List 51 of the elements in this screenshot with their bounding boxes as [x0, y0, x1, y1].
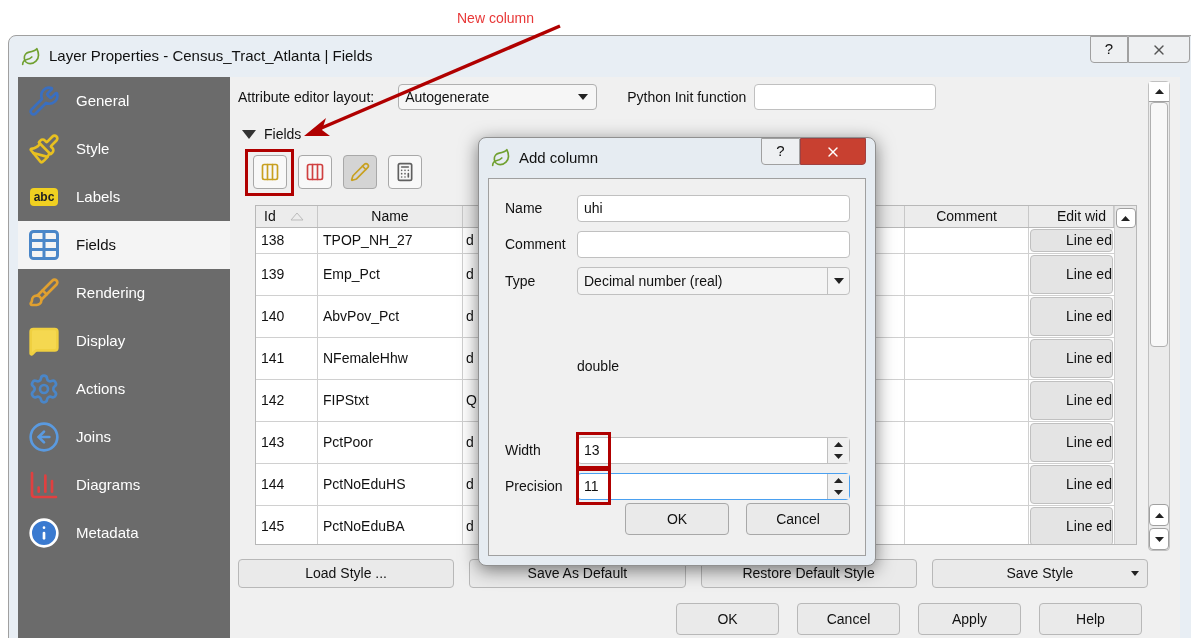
table-cell-text: d [466, 433, 474, 452]
table-cell: 142 [256, 380, 318, 421]
table-cell: 141 [256, 338, 318, 379]
sidebar-label: Display [76, 330, 126, 351]
table-cell: 145 [256, 506, 318, 544]
field-value: 13 [583, 441, 601, 460]
dropdown-value: Autogenerate [404, 87, 491, 107]
sidebar-label: Metadata [76, 522, 139, 543]
label-tag-icon: abc [29, 188, 59, 206]
sidebar-label: Style [76, 138, 110, 159]
table-cell: FIPStxt [318, 380, 463, 421]
table-cell-text: d [466, 307, 474, 326]
table-cell-text: d [466, 517, 474, 536]
table-cell: PctNoEduHS [318, 464, 463, 505]
table-cell: PctNoEduBA [318, 506, 463, 544]
table-cell: TPOP_NH_27 [318, 228, 463, 253]
dialog-title: Add column [519, 147, 599, 168]
table-cell: Emp_Pct [318, 254, 463, 295]
sidebar-label: Diagrams [76, 474, 141, 495]
table-cell-text: d [466, 349, 474, 368]
table-cell: 140 [256, 296, 318, 337]
field-label: Python Init function [627, 87, 747, 107]
table-cell: AbvPov_Pct [318, 296, 463, 337]
table-cell: NFemaleHhw [318, 338, 463, 379]
field-label: Width [505, 441, 542, 460]
dropdown-value: Decimal number (real) [583, 271, 724, 291]
table-cell-text: Q [466, 391, 477, 410]
table-cell: PctPoor [318, 422, 463, 463]
table-cell: 144 [256, 464, 318, 505]
field-label: Comment [505, 235, 567, 254]
sidebar-label: Labels [76, 186, 121, 207]
sidebar-label: General [76, 90, 130, 111]
table-cell-text: d [466, 231, 474, 250]
table-cell: 139 [256, 254, 318, 295]
field-label: Precision [505, 477, 564, 496]
sidebar-label: Rendering [76, 282, 146, 303]
table-cell-text: d [466, 265, 474, 284]
sidebar-label: Joins [76, 426, 112, 447]
annotation-label: New column [457, 9, 535, 28]
field-value: 11 [583, 477, 600, 496]
section-title: Fields [264, 124, 302, 144]
sidebar-label: Fields [76, 234, 116, 255]
field-label: Type [505, 271, 537, 291]
type-description: double [577, 356, 620, 376]
field-label: Attribute editor layout: [238, 87, 375, 107]
sidebar-label: Actions [76, 378, 126, 399]
field-label: Name [505, 199, 544, 218]
table-cell: 138 [256, 228, 318, 253]
table-cell: 143 [256, 422, 318, 463]
table-cell-text: d [466, 475, 474, 494]
window-title: Layer Properties - Census_Tract_Atlanta | Fields [49, 46, 373, 67]
